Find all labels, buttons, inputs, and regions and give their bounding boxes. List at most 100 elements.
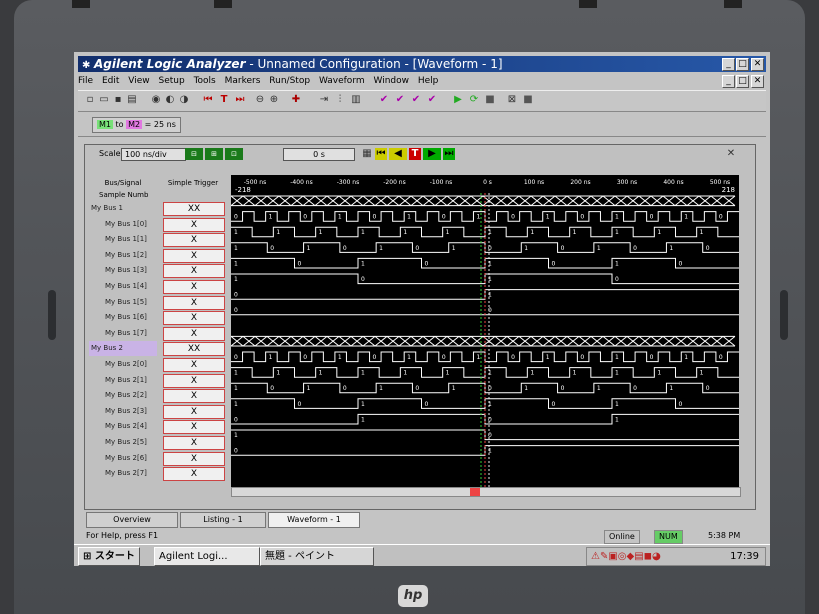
run-icon[interactable]: ▶ — [452, 94, 464, 106]
go-end-icon[interactable]: ⏭ — [234, 94, 246, 106]
tab-listing[interactable]: Listing - 1 — [180, 512, 266, 528]
sample-icon[interactable]: ▥ — [350, 94, 362, 106]
find-next-icon[interactable]: ◑ — [178, 94, 190, 106]
trigger-value-select[interactable]: X — [163, 295, 225, 310]
trigger-value-select[interactable]: X — [163, 326, 225, 341]
zoom-in-icon[interactable]: ⊕ — [268, 94, 280, 106]
signal-row-name[interactable]: My Bus 1[0] — [89, 217, 157, 232]
new-file-icon[interactable]: ▫ — [84, 94, 96, 106]
cancel-icon[interactable]: ⊠ — [506, 94, 518, 106]
trigger-value-select[interactable]: X — [163, 217, 225, 232]
trigger-value-select[interactable]: XX — [163, 342, 225, 357]
signal-row-name[interactable]: My Bus 1[3] — [89, 263, 157, 278]
signal-row-name[interactable]: My Bus 2[2] — [89, 388, 157, 403]
maximize-button[interactable]: □ — [736, 58, 749, 71]
task-agilent[interactable]: Agilent Logi... — [154, 547, 260, 566]
signal-row-name[interactable]: My Bus 1[4] — [89, 279, 157, 294]
menu-tools[interactable]: Tools — [194, 76, 216, 86]
pause-icon[interactable]: ■ — [522, 94, 534, 106]
signal-row-name[interactable]: My Bus 1[7] — [89, 326, 157, 341]
marker3-icon[interactable]: ✔ — [410, 94, 422, 106]
menu-waveform[interactable]: Waveform — [319, 76, 365, 86]
menu-run-stop[interactable]: Run/Stop — [269, 76, 310, 86]
minimize-button[interactable]: _ — [722, 58, 735, 71]
signal-row-name[interactable]: My Bus 2[6] — [89, 451, 157, 466]
marker1-icon[interactable]: ✔ — [378, 94, 390, 106]
scrollbar-thumb[interactable] — [470, 488, 480, 496]
marker-interval[interactable]: M1 to M2 = 25 ns — [92, 117, 181, 133]
offset-dropdown-icon[interactable]: ▦ — [361, 148, 373, 160]
offset-trigger-icon[interactable]: T — [409, 148, 421, 160]
marker-tool-icon[interactable]: ✚ — [290, 94, 302, 106]
trigger-value-select[interactable]: X — [163, 373, 225, 388]
marker2-icon[interactable]: ✔ — [394, 94, 406, 106]
trigger-value-select[interactable]: X — [163, 420, 225, 435]
scale-fit-icon[interactable]: ⊡ — [225, 148, 243, 160]
trigger-value-select[interactable]: X — [163, 358, 225, 372]
save-icon[interactable]: ▪ — [112, 94, 124, 106]
tab-overview[interactable]: Overview — [86, 512, 178, 528]
signal-row-name[interactable]: My Bus 2[3] — [89, 404, 157, 419]
waveform-display[interactable]: -500 ns -400 ns -300 ns -200 ns -100 ns 0 s 10… — [231, 175, 739, 487]
trigger-value-select[interactable]: X — [163, 248, 225, 263]
tab-waveform[interactable]: Waveform - 1 — [268, 512, 360, 528]
close-button[interactable]: ✕ — [751, 58, 764, 71]
trigger-value-select[interactable]: X — [163, 436, 225, 450]
horizontal-scrollbar[interactable] — [231, 487, 741, 497]
menu-help[interactable]: Help — [418, 76, 439, 86]
scale-input[interactable]: 100 ns/div — [121, 148, 186, 161]
signal-row-name[interactable]: My Bus 1[1] — [89, 232, 157, 247]
menu-markers[interactable]: Markers — [225, 76, 261, 86]
offset-prev-icon[interactable]: ◀ — [389, 148, 407, 160]
signal-row-name[interactable]: My Bus 1[6] — [89, 310, 157, 325]
run-repetitive-icon[interactable]: ⟳ — [468, 94, 480, 106]
trigger-value-select[interactable]: X — [163, 311, 225, 326]
marker4-icon[interactable]: ✔ — [426, 94, 438, 106]
child-minimize-button[interactable]: _ — [722, 75, 735, 88]
zoom-out-icon[interactable]: ⊖ — [254, 94, 266, 106]
stop-icon[interactable]: ■ — [484, 94, 496, 106]
open-folder-icon[interactable]: ▭ — [98, 94, 110, 106]
go-trigger-icon[interactable]: T — [218, 94, 230, 106]
menu-view[interactable]: View — [128, 76, 149, 86]
signal-row-name[interactable]: My Bus 2[4] — [89, 419, 157, 434]
trigger-value-select[interactable]: X — [163, 280, 225, 294]
signal-row-name[interactable]: My Bus 1[2] — [89, 248, 157, 263]
bus-row-name[interactable]: My Bus 1 — [89, 201, 157, 216]
offset-input[interactable]: 0 s — [283, 148, 355, 161]
signal-row-name[interactable]: My Bus 2[7] — [89, 466, 157, 481]
insert-bus-icon[interactable]: ⫶ — [334, 94, 346, 106]
trigger-value-select[interactable]: X — [163, 404, 225, 419]
trigger-value-select[interactable]: X — [163, 467, 225, 482]
signal-row-name[interactable]: My Bus 1[5] — [89, 295, 157, 310]
child-close-button[interactable]: ✕ — [751, 75, 764, 88]
trigger-value-select[interactable]: X — [163, 451, 225, 466]
trigger-value-select[interactable]: X — [163, 233, 225, 248]
bus-row-name[interactable]: My Bus 2 — [89, 341, 157, 357]
find-prev-icon[interactable]: ◐ — [164, 94, 176, 106]
offset-end-icon[interactable]: ⏭ — [443, 148, 455, 160]
menu-file[interactable]: File — [78, 76, 93, 86]
pane-close-icon[interactable]: ✕ — [725, 148, 737, 160]
trigger-value-select[interactable]: X — [163, 389, 225, 404]
signal-row-name[interactable]: My Bus 2[1] — [89, 373, 157, 388]
start-button[interactable]: ⊞ スタート — [78, 547, 140, 566]
go-start-icon[interactable]: ⏮ — [202, 94, 214, 106]
menu-window[interactable]: Window — [374, 76, 410, 86]
menu-setup[interactable]: Setup — [158, 76, 184, 86]
find-icon[interactable]: ◉ — [150, 94, 162, 106]
child-restore-button[interactable]: □ — [736, 75, 749, 88]
task-paint[interactable]: 無題 - ペイント — [260, 547, 374, 566]
scale-up-icon[interactable]: ⊞ — [205, 148, 223, 160]
tray-icons[interactable]: ⚠✎▣◎◆▤◼◕ — [591, 548, 661, 565]
offset-start-icon[interactable]: ⏮ — [375, 148, 387, 160]
signal-row-name[interactable]: My Bus 2[0] — [89, 357, 157, 372]
signal-row-name[interactable]: My Bus 2[5] — [89, 435, 157, 450]
scale-down-icon[interactable]: ⊟ — [185, 148, 203, 160]
insert-signal-icon[interactable]: ⇥ — [318, 94, 330, 106]
trigger-value-select[interactable]: X — [163, 264, 225, 279]
menu-edit[interactable]: Edit — [102, 76, 119, 86]
offset-next-icon[interactable]: ▶ — [423, 148, 441, 160]
print-icon[interactable]: ▤ — [126, 94, 138, 106]
trigger-value-select[interactable]: XX — [163, 202, 225, 216]
